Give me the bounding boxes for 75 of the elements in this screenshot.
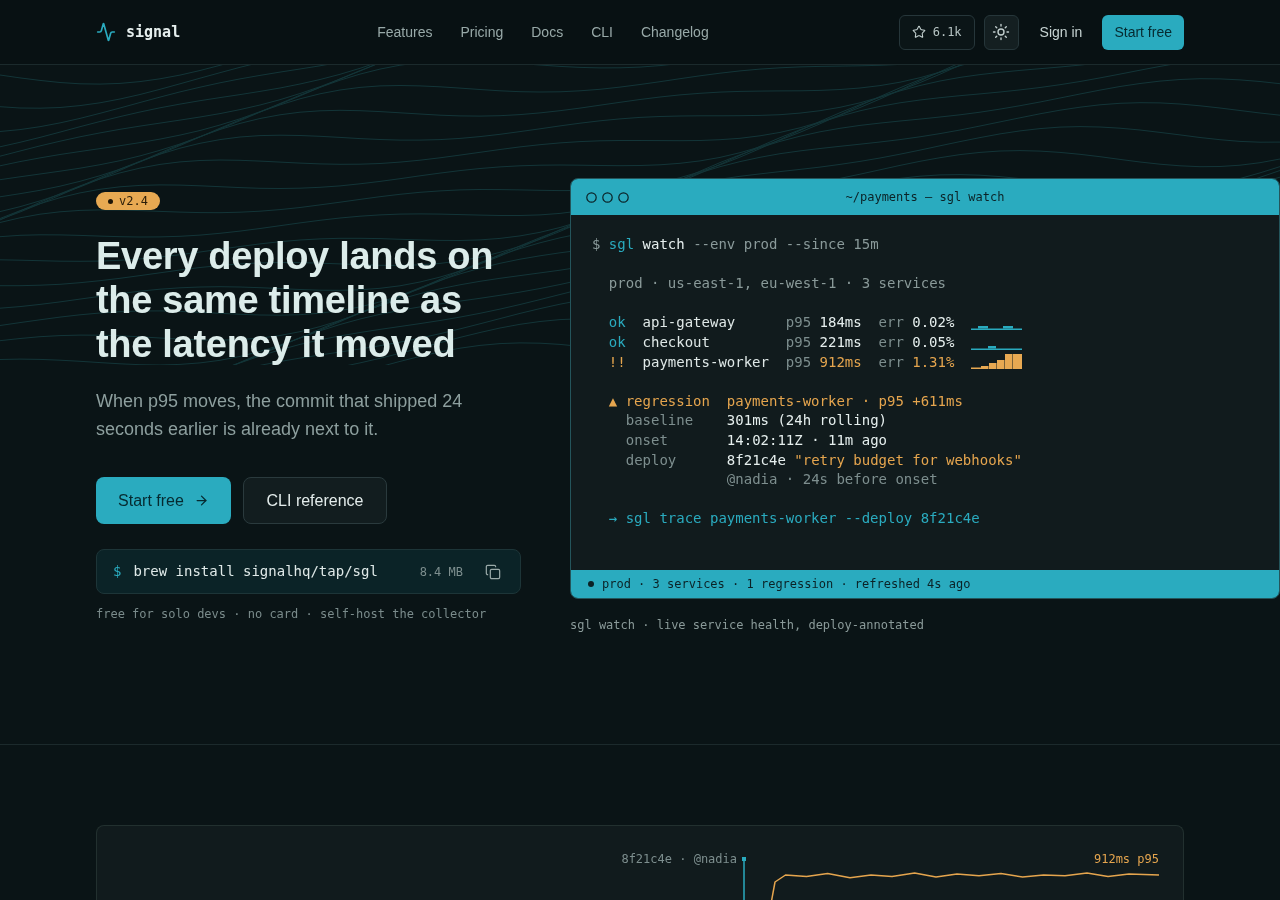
- terminal-caption: sgl watch · live service health, deploy-annotated: [570, 616, 925, 633]
- environment-summary: prod · us-east-1, eu-west-1 · 3 services: [608, 275, 946, 292]
- window-circle-icon: [618, 191, 629, 203]
- copy-button[interactable]: [485, 563, 501, 580]
- detail-label: deploy: [625, 450, 678, 470]
- latency-label: 912ms p95: [1093, 851, 1159, 867]
- service-status: ok: [608, 332, 627, 352]
- detail-label: baseline: [625, 411, 695, 431]
- logo-wordmark[interactable]: signal: [126, 20, 181, 44]
- detail-label: onset: [625, 430, 669, 450]
- nav-link[interactable]: Changelog: [640, 21, 709, 43]
- arrow-right-icon: [193, 493, 209, 508]
- latency-value: 912ms: [819, 352, 863, 372]
- terminal-status-bar: prod · 3 services · 1 regression · refreshed 4s ago: [571, 569, 1279, 598]
- nav-link[interactable]: Docs: [531, 21, 564, 43]
- start-free-button[interactable]: Start free: [96, 477, 231, 524]
- service-status: !!: [608, 352, 627, 372]
- terminal-title: ~/payments — sgl watch: [845, 189, 1005, 206]
- command-flags: --env prod --since 15m: [693, 235, 879, 254]
- service-name: api-gateway: [642, 313, 737, 333]
- nav-link[interactable]: CLI: [591, 21, 613, 43]
- hero-headline: Every deploy lands on the same timeline as the latency it moved: [96, 234, 495, 366]
- theme-toggle-button[interactable]: [983, 14, 1019, 50]
- detail-value: 14:02:11Z · 11m ago: [726, 430, 887, 450]
- regression-label: regression: [625, 391, 711, 411]
- warning-triangle-icon: ▲: [608, 391, 626, 412]
- service-name: payments-worker: [642, 352, 770, 372]
- prompt-symbol: $: [592, 235, 601, 254]
- nav-link[interactable]: Features: [377, 21, 433, 43]
- window-circle-icon: [586, 191, 597, 203]
- sparkline-drawing: [971, 354, 1023, 370]
- commit-author-note: @nadia · 24s before onset: [726, 470, 938, 490]
- nav-link[interactable]: Pricing: [460, 21, 504, 43]
- suggested-command: sgl trace payments-worker --deploy 8f21c4e: [625, 509, 980, 529]
- service-name: checkout: [642, 332, 711, 352]
- metric-label: p95: [785, 332, 813, 352]
- deploy-marker: [742, 857, 746, 900]
- latency-value: 184ms: [819, 313, 863, 333]
- window-circle-icon: [602, 191, 613, 203]
- download-size: 8.4 MB: [419, 563, 463, 581]
- error-rate-value: 1.31%: [912, 352, 956, 372]
- subcommand: watch: [642, 235, 685, 254]
- version-badge: v2.4: [96, 192, 160, 210]
- metric-label: err: [878, 313, 905, 333]
- hero-subtitle: When p95 moves, the commit that shipped 24 seconds earlier is already next to it.: [96, 390, 464, 441]
- error-rate-value: 0.05%: [912, 332, 956, 352]
- arrow-icon: →: [608, 509, 626, 529]
- sign-in-link[interactable]: Sign in: [1039, 21, 1083, 43]
- prompt-symbol: $: [113, 562, 122, 581]
- detail-value: 301ms (24h rolling): [726, 411, 887, 431]
- pulse-icon: [96, 22, 116, 42]
- sun-icon: [992, 23, 1011, 41]
- metric-label: err: [878, 352, 905, 372]
- copy-icon: [485, 563, 501, 580]
- star-icon: [911, 25, 926, 39]
- dot-icon: [108, 198, 113, 204]
- start-free-button[interactable]: Start free: [1102, 14, 1184, 50]
- detail-value: 8f21c4e: [726, 450, 786, 470]
- sparkline-drawing: [971, 345, 1023, 350]
- cli-reference-button[interactable]: CLI reference: [243, 477, 387, 524]
- service-status: ok: [608, 313, 627, 333]
- error-rate-value: 0.02%: [912, 313, 956, 333]
- regression-summary: payments-worker · p95 +611ms: [726, 391, 963, 411]
- github-stars-button[interactable]: 6.1k: [898, 14, 975, 50]
- commit-message: "retry budget for webhooks": [794, 450, 1022, 470]
- install-command: brew install signalhq/tap/sgl: [133, 562, 378, 581]
- metric-label: err: [878, 332, 905, 352]
- status-dot-icon: [588, 580, 594, 587]
- latency-value: 221ms: [819, 332, 863, 352]
- deploy-label: 8f21c4e · @nadia: [621, 851, 737, 867]
- sparkline-drawing: [971, 325, 1023, 330]
- hero-footnote: free for solo devs · no card · self-host the collector: [96, 606, 487, 622]
- metric-label: p95: [785, 352, 813, 372]
- metric-label: p95: [785, 313, 813, 333]
- command-name: sgl: [608, 235, 635, 254]
